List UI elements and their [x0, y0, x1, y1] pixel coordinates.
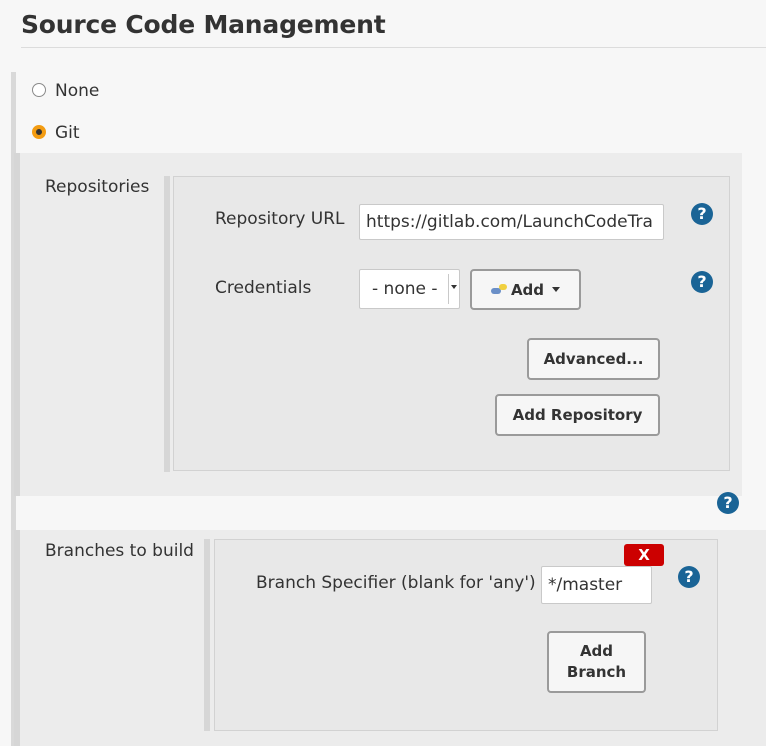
scm-git-radio[interactable]	[32, 125, 46, 139]
credentials-select[interactable]: - none -	[359, 269, 460, 309]
credentials-select-value: - none -	[372, 279, 438, 299]
add-branch-button[interactable]: Add Branch	[547, 631, 646, 693]
branch-specifier-help-icon[interactable]: ?	[678, 566, 700, 588]
branch-entry-bar	[204, 539, 210, 731]
branch-specifier-label: Branch Specifier (blank for 'any')	[256, 573, 536, 593]
scm-none-radio[interactable]	[32, 83, 46, 97]
repositories-label: Repositories	[45, 177, 150, 197]
git-config-bar	[14, 153, 20, 496]
credentials-add-button[interactable]: Add	[470, 269, 581, 310]
repository-url-input[interactable]: https://gitlab.com/LaunchCodeTra	[359, 204, 664, 240]
scm-git-label[interactable]: Git	[55, 123, 80, 143]
section-title: Source Code Management	[21, 10, 386, 39]
branches-bar	[14, 530, 20, 746]
add-repository-button[interactable]: Add Repository	[495, 394, 660, 436]
repository-entry-bar	[164, 176, 170, 472]
credentials-help-icon[interactable]: ?	[691, 271, 713, 293]
credentials-label: Credentials	[215, 278, 312, 298]
section-divider	[21, 47, 766, 48]
select-divider	[448, 274, 449, 304]
scm-none-label[interactable]: None	[55, 81, 99, 101]
key-icon	[490, 283, 509, 296]
repositories-help-icon[interactable]: ?	[717, 492, 739, 514]
delete-branch-button[interactable]: X	[624, 544, 664, 566]
chevron-down-icon	[451, 285, 457, 289]
credentials-add-label: Add	[510, 280, 545, 299]
repository-url-help-icon[interactable]: ?	[691, 203, 713, 225]
branches-label: Branches to build	[45, 541, 194, 561]
advanced-button[interactable]: Advanced...	[527, 338, 660, 380]
branch-specifier-input[interactable]: */master	[541, 566, 652, 604]
caret-down-icon	[552, 287, 561, 292]
repository-url-label: Repository URL	[215, 209, 345, 229]
